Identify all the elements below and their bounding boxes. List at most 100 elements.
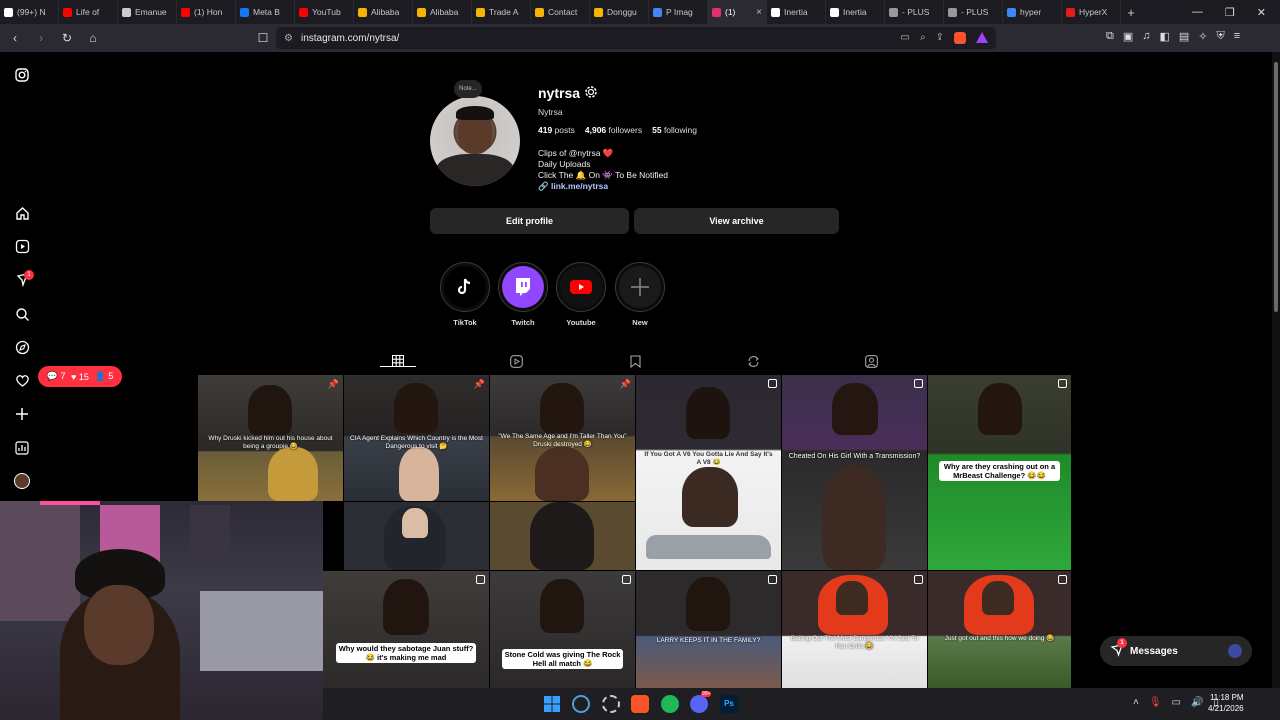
- explore-nav-icon[interactable]: [13, 338, 31, 356]
- browser-tab[interactable]: hyper: [1003, 0, 1062, 24]
- microphone-icon[interactable]: 🎙: [1149, 697, 1162, 708]
- grid-post[interactable]: LARRY KEEPS IT IN THE FAMILY?: [636, 571, 781, 688]
- reload-icon[interactable]: ↻: [58, 29, 76, 47]
- discord-icon[interactable]: [690, 695, 708, 713]
- highlight-twitch[interactable]: Twitch: [497, 262, 549, 327]
- notification-summary-pill[interactable]: 💬 7 ♥ 15 👤 5: [38, 366, 122, 387]
- highlight-new[interactable]: New: [614, 262, 666, 327]
- grid-post[interactable]: Just got out and this how we doing 😂: [928, 571, 1071, 688]
- restore-icon[interactable]: ❐: [1225, 6, 1235, 19]
- grid-post[interactable]: Bailing Out The Most Dangerous YN Just T…: [782, 571, 927, 688]
- profile-avatar[interactable]: [430, 96, 520, 186]
- photoshop-icon[interactable]: Ps: [720, 695, 738, 713]
- wallet-icon[interactable]: ▤: [1179, 30, 1189, 43]
- browser-tab[interactable]: (1) Hon: [177, 0, 236, 24]
- home-nav-icon[interactable]: [13, 204, 31, 222]
- brave-shields-icon[interactable]: [954, 32, 966, 44]
- following-stat[interactable]: 55 following: [652, 125, 697, 135]
- browser-tab[interactable]: - PLUS: [885, 0, 944, 24]
- saved-tab-icon[interactable]: [627, 353, 643, 369]
- minimize-icon[interactable]: —: [1192, 6, 1203, 19]
- page-scrollbar[interactable]: [1272, 52, 1280, 688]
- tray-overflow-icon[interactable]: ˄: [1133, 697, 1139, 708]
- brave-taskbar-icon[interactable]: [631, 695, 649, 713]
- close-window-icon[interactable]: ✕: [1257, 6, 1266, 19]
- browser-tab[interactable]: (1) ×: [708, 0, 767, 24]
- bookmark-icon[interactable]: ☐: [254, 29, 272, 47]
- copilot-icon[interactable]: [572, 695, 590, 713]
- menu-icon[interactable]: ≡: [1234, 30, 1240, 43]
- browser-tab[interactable]: Alibaba: [354, 0, 413, 24]
- leo-ai-icon[interactable]: ✧: [1198, 30, 1207, 43]
- brave-rewards-icon[interactable]: [976, 32, 988, 43]
- grid-post[interactable]: CIA Agent Explains Which Country is the …: [344, 375, 489, 501]
- browser-tab[interactable]: - PLUS: [944, 0, 1003, 24]
- reels-tab-icon[interactable]: [508, 353, 524, 369]
- tagged-tab-icon[interactable]: [863, 353, 879, 369]
- grid-post[interactable]: Why are they crashing out on a MrBeast C…: [928, 375, 1071, 570]
- grid-post[interactable]: Why Druski kicked him out his house abou…: [198, 375, 343, 501]
- browser-tab[interactable]: P Imag: [649, 0, 708, 24]
- browser-tab[interactable]: Trade A: [472, 0, 531, 24]
- volume-icon[interactable]: 🔊: [1191, 697, 1203, 708]
- create-nav-icon[interactable]: [13, 405, 31, 423]
- instagram-logo-icon[interactable]: [13, 66, 31, 84]
- post-caption: Bailing Out The Most Dangerous YN Just T…: [790, 635, 919, 650]
- edit-profile-button[interactable]: Edit profile: [430, 208, 629, 234]
- grid-post[interactable]: Stone Cold was giving The Rock Hell all …: [490, 571, 635, 688]
- highlight-label: New: [632, 318, 648, 327]
- browser-tab[interactable]: YouTub: [295, 0, 354, 24]
- site-info-icon[interactable]: ⚙: [284, 33, 293, 44]
- grid-post[interactable]: If You Got A V6 You Gotta Lie And Say It…: [636, 375, 781, 570]
- browser-tab[interactable]: Alibaba: [413, 0, 472, 24]
- browser-tab[interactable]: Meta B: [236, 0, 295, 24]
- grid-post[interactable]: Why would they sabotage Juan stuff? 😂 it…: [323, 571, 489, 688]
- browser-tab[interactable]: (99+) N: [0, 0, 59, 24]
- activity-heart-icon[interactable]: [13, 371, 31, 389]
- back-icon[interactable]: ‹: [6, 29, 24, 47]
- browser-tab[interactable]: HyperX: [1062, 0, 1121, 24]
- address-bar[interactable]: ⚙ instagram.com/nytrsa/ ▭ ⌕ ⇪: [276, 27, 996, 49]
- browser-tab[interactable]: Donggu: [590, 0, 649, 24]
- dashboard-nav-icon[interactable]: [13, 439, 31, 457]
- settings-gear-icon[interactable]: [584, 85, 598, 99]
- profile-avatar-icon[interactable]: [13, 472, 31, 490]
- highlight-youtube[interactable]: Youtube: [555, 262, 607, 327]
- windows-start-icon[interactable]: [543, 695, 561, 713]
- followers-stat[interactable]: 4,906 followers: [585, 125, 642, 135]
- network-icon[interactable]: ▭: [1172, 697, 1181, 708]
- share-icon[interactable]: ⇪: [936, 32, 944, 44]
- bio-link[interactable]: 🔗 link.me/nytrsa: [538, 181, 668, 192]
- reels-nav-icon[interactable]: [13, 237, 31, 255]
- scrollbar-thumb[interactable]: [1274, 62, 1278, 312]
- browser-tab[interactable]: Emanue: [118, 0, 177, 24]
- spotify-icon[interactable]: [661, 695, 679, 713]
- chrome-icon[interactable]: [602, 695, 620, 713]
- highlight-tiktok[interactable]: TikTok: [439, 262, 491, 327]
- new-tab-button[interactable]: +: [1121, 5, 1141, 20]
- browser-tab[interactable]: Contact: [531, 0, 590, 24]
- media-icon[interactable]: ♫: [1142, 30, 1150, 43]
- browser-tab[interactable]: Inertia: [826, 0, 885, 24]
- home-icon[interactable]: ⌂: [84, 29, 102, 47]
- zoom-icon[interactable]: ⌕: [920, 32, 926, 44]
- note-bubble[interactable]: Note...: [454, 80, 482, 98]
- reposts-tab-icon[interactable]: [745, 353, 761, 369]
- vpn-icon[interactable]: ⛨: [1217, 30, 1225, 43]
- grid-post[interactable]: [344, 502, 489, 570]
- browser-tab[interactable]: Inertia: [767, 0, 826, 24]
- grid-post[interactable]: Cheated On His Girl With a Transmission?: [782, 375, 927, 570]
- view-archive-button[interactable]: View archive: [634, 208, 839, 234]
- messages-bar[interactable]: 1 Messages: [1100, 636, 1252, 666]
- screenshot-icon[interactable]: ▣: [1123, 30, 1133, 43]
- browser-tab[interactable]: Life of: [59, 0, 118, 24]
- forward-icon[interactable]: ›: [32, 29, 50, 47]
- cast-icon[interactable]: ▭: [901, 32, 910, 44]
- grid-post[interactable]: [490, 502, 635, 570]
- extensions-icon[interactable]: ⧉: [1106, 30, 1114, 43]
- search-nav-icon[interactable]: [13, 305, 31, 323]
- grid-post[interactable]: "We The Same Age and I'm Taller Than You…: [490, 375, 635, 501]
- close-tab-icon[interactable]: ×: [756, 7, 762, 18]
- system-clock[interactable]: 11:18 PM 4/21/2026: [1208, 692, 1244, 714]
- sidebar-icon[interactable]: ◧: [1160, 30, 1170, 43]
